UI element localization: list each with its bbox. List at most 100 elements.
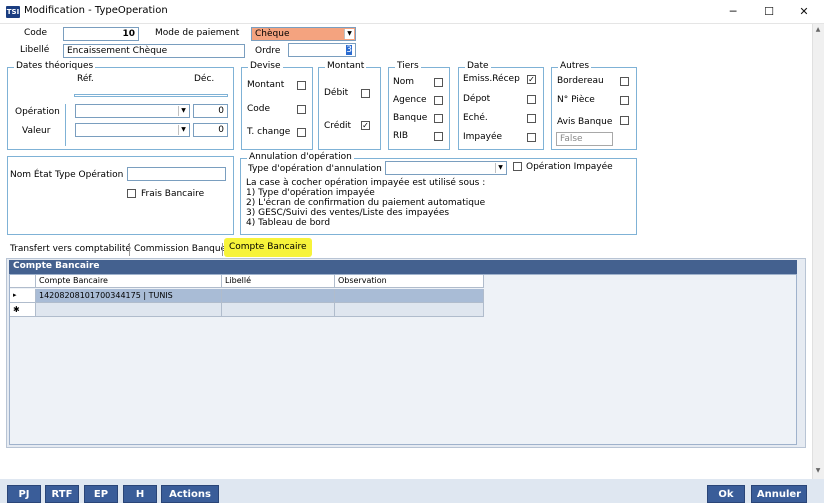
annulation-info-line-0: La case à cocher opération impayée est u… — [246, 178, 486, 188]
libelle-input[interactable]: Encaissement Chèque — [63, 44, 245, 58]
autres-bordereau-checkbox[interactable] — [620, 77, 629, 86]
tiers-nom-checkbox[interactable] — [434, 78, 443, 87]
column-header-observation[interactable]: Observation — [335, 275, 484, 288]
operation-dec-input[interactable]: 0 — [193, 104, 228, 118]
devise-montant-checkbox[interactable] — [297, 81, 306, 90]
ordre-value: 3 — [346, 45, 352, 55]
new-row-cell-compte[interactable] — [36, 303, 222, 317]
date-title: Date — [465, 61, 491, 71]
mode-paiement-value: Chèque — [255, 29, 290, 39]
date-impayee-label: Impayée — [463, 132, 503, 142]
column-header-compte-bancaire[interactable]: Compte Bancaire — [36, 275, 222, 288]
autres-title: Autres — [558, 61, 592, 71]
operation-impayee-checkbox[interactable] — [513, 162, 522, 171]
new-row-cell-libelle[interactable] — [222, 303, 335, 317]
ordre-input[interactable]: 3 — [288, 43, 356, 57]
tab-separator — [222, 243, 223, 256]
scroll-up-arrow-icon[interactable]: ▲ — [813, 25, 823, 35]
annulation-title: Annulation d'opération — [247, 152, 354, 162]
annulation-info-line-4: 4) Tableau de bord — [246, 218, 331, 228]
mode-paiement-select[interactable]: Chèque ▼ — [251, 27, 356, 41]
valeur-ref-select[interactable]: ▼ — [75, 123, 190, 137]
current-row-indicator-icon[interactable]: ▸ — [10, 289, 36, 303]
tiers-agence-label: Agence — [393, 95, 427, 105]
type-annulation-select[interactable]: ▼ — [385, 161, 507, 175]
date-emiss-recep-label: Emiss.Récep — [463, 74, 520, 84]
frais-bancaire-checkbox[interactable] — [127, 189, 136, 198]
code-label: Code — [24, 28, 48, 38]
ok-button[interactable]: Ok — [707, 485, 745, 503]
montant-debit-checkbox[interactable] — [361, 89, 370, 98]
chevron-down-icon[interactable]: ▼ — [178, 106, 188, 116]
ordre-label: Ordre — [255, 46, 281, 56]
date-depot-label: Dépot — [463, 94, 491, 104]
montant-credit-checkbox[interactable]: ✓ — [361, 121, 370, 130]
tab-transfert-comptabilite[interactable]: Transfert vers comptabilité — [6, 241, 135, 258]
maximize-button[interactable]: ☐ — [754, 3, 784, 21]
table-row-cell-libelle[interactable] — [222, 289, 335, 303]
actions-button[interactable]: Actions — [161, 485, 219, 503]
dates-divider — [74, 94, 228, 97]
dec-column-label: Déc. — [194, 74, 215, 84]
montant-title: Montant — [325, 61, 367, 71]
rtf-button[interactable]: RTF — [45, 485, 79, 503]
window-title: Modification - TypeOperation — [24, 5, 168, 16]
annuler-button[interactable]: Annuler — [751, 485, 807, 503]
chevron-down-icon[interactable]: ▼ — [344, 29, 354, 39]
ep-button[interactable]: EP — [84, 485, 118, 503]
nom-etat-input[interactable] — [127, 167, 226, 181]
tiers-nom-label: Nom — [393, 77, 415, 87]
autres-avis-banque-label: Avis Banque — [557, 117, 613, 127]
chevron-down-icon[interactable]: ▼ — [495, 163, 505, 173]
date-depot-checkbox[interactable] — [527, 95, 536, 104]
autres-bordereau-label: Bordereau — [557, 76, 604, 86]
chevron-down-icon[interactable]: ▼ — [178, 125, 188, 135]
table-row-cell-compte[interactable]: 14208208101700344175 | TUNIS — [36, 289, 222, 303]
ref-column-label: Réf. — [77, 74, 94, 84]
pj-button[interactable]: PJ — [7, 485, 41, 503]
autres-npiece-checkbox[interactable] — [620, 96, 629, 105]
montant-credit-label: Crédit — [324, 121, 352, 131]
tiers-rib-label: RIB — [393, 131, 409, 141]
date-emiss-recep-checkbox[interactable]: ✓ — [527, 75, 536, 84]
app-logo-icon: TSI — [6, 6, 20, 18]
montant-debit-label: Débit — [324, 88, 349, 98]
devise-code-label: Code — [247, 104, 271, 114]
grid-band-header: Compte Bancaire — [9, 260, 797, 274]
date-impayee-checkbox[interactable] — [527, 133, 536, 142]
h-button[interactable]: H — [123, 485, 157, 503]
close-button[interactable]: ✕ — [789, 3, 819, 21]
new-row-cell-observation[interactable] — [335, 303, 484, 317]
row-header-corner — [10, 275, 36, 288]
montant-group: Montant — [318, 61, 381, 150]
tab-compte-bancaire[interactable]: Compte Bancaire — [224, 238, 312, 257]
devise-montant-label: Montant — [247, 80, 285, 90]
tiers-rib-checkbox[interactable] — [434, 132, 443, 141]
code-input[interactable]: 10 — [63, 27, 139, 41]
annulation-info-line-3: 3) GESC/Suivi des ventes/Liste des impay… — [246, 208, 450, 218]
column-header-libelle[interactable]: Libellé — [222, 275, 335, 288]
tiers-banque-checkbox[interactable] — [434, 114, 443, 123]
frais-bancaire-label: Frais Bancaire — [141, 189, 205, 199]
dates-vertical-divider — [65, 104, 66, 146]
devise-code-checkbox[interactable] — [297, 105, 306, 114]
vertical-scrollbar[interactable] — [812, 24, 824, 479]
new-row-indicator-icon[interactable]: ✱ — [10, 303, 36, 317]
scroll-down-arrow-icon[interactable]: ▼ — [813, 466, 823, 476]
devise-title: Devise — [248, 61, 283, 71]
devise-tchange-checkbox[interactable] — [297, 128, 306, 137]
tiers-banque-label: Banque — [393, 113, 428, 123]
autres-avis-banque-checkbox[interactable] — [620, 116, 629, 125]
tiers-title: Tiers — [395, 61, 421, 71]
operation-ref-select[interactable]: ▼ — [75, 104, 190, 118]
autres-npiece-label: N° Pièce — [557, 95, 595, 105]
tab-commission-banque[interactable]: Commission Banque — [130, 241, 230, 258]
valeur-dec-input[interactable]: 0 — [193, 123, 228, 137]
date-eche-checkbox[interactable] — [527, 114, 536, 123]
tiers-agence-checkbox[interactable] — [434, 96, 443, 105]
table-row-cell-observation[interactable] — [335, 289, 484, 303]
type-annulation-label: Type d'opération d'annulation — [248, 164, 382, 174]
annulation-info-line-2: 2) L'écran de confirmation du paiement a… — [246, 198, 486, 208]
mode-paiement-label: Mode de paiement — [155, 28, 240, 38]
minimize-button[interactable]: ─ — [718, 3, 748, 21]
